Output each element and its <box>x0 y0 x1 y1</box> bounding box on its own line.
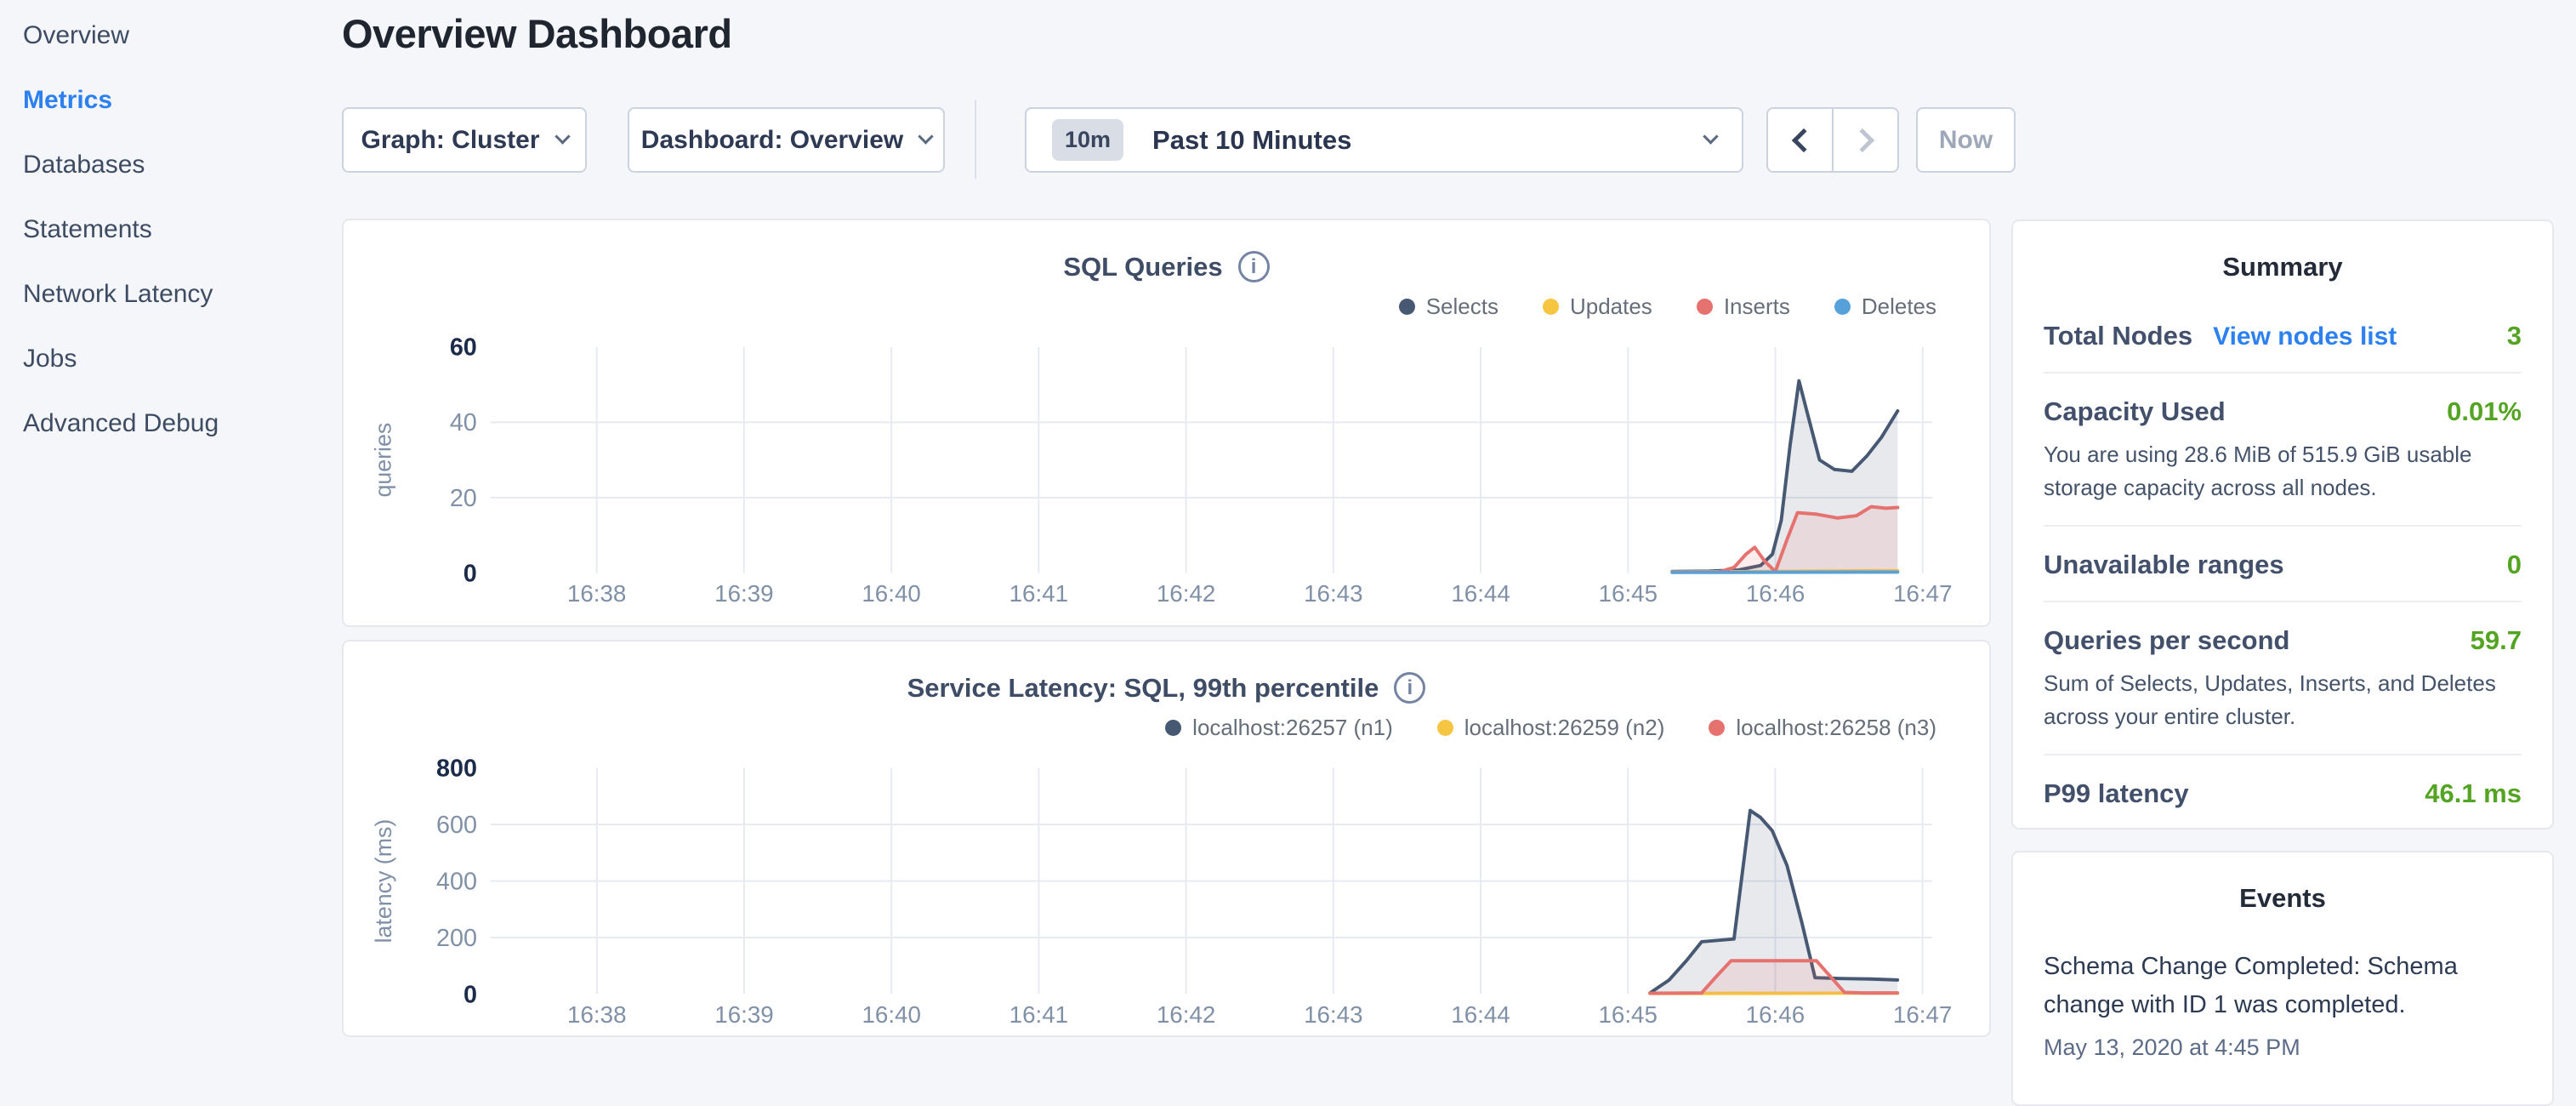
svg-text:60: 60 <box>450 334 477 362</box>
svg-text:16:44: 16:44 <box>1451 1001 1510 1028</box>
svg-text:16:39: 16:39 <box>714 580 773 607</box>
svg-text:queries: queries <box>371 423 396 498</box>
svg-text:400: 400 <box>436 868 477 895</box>
summary-title: Summary <box>2044 252 2522 282</box>
svg-text:0: 0 <box>463 981 477 1008</box>
svg-text:16:43: 16:43 <box>1304 1001 1362 1028</box>
svg-text:16:47: 16:47 <box>1893 580 1952 607</box>
summary-row: Unavailable ranges 0 <box>2044 527 2522 602</box>
svg-text:16:45: 16:45 <box>1599 580 1658 607</box>
time-range-badge: 10m <box>1052 119 1123 161</box>
view-nodes-list-link[interactable]: View nodes list <box>2213 322 2397 351</box>
svg-text:16:46: 16:46 <box>1746 1001 1805 1028</box>
svg-text:16:43: 16:43 <box>1304 580 1362 607</box>
svg-text:16:38: 16:38 <box>567 580 626 607</box>
chevron-left-icon <box>1791 128 1815 151</box>
summary-row-label: P99 latency <box>2044 778 2189 809</box>
time-range-picker[interactable]: 10m Past 10 Minutes <box>1025 107 1743 173</box>
service-latency-chart: 16:38 16:39 16:40 16:41 16:42 16:43 16:44 16:45… <box>344 641 1989 1035</box>
summary-row-label: Total Nodes <box>2044 321 2192 351</box>
summary-row-description: You are using 28.6 MiB of 515.9 GiB usab… <box>2044 438 2522 505</box>
event-timestamp: May 13, 2020 at 4:45 PM <box>2044 1035 2522 1061</box>
svg-text:200: 200 <box>436 925 477 952</box>
summary-row-label: Unavailable ranges <box>2044 550 2284 580</box>
svg-text:600: 600 <box>436 812 477 839</box>
svg-text:0: 0 <box>463 560 477 587</box>
step-back-button[interactable] <box>1768 109 1834 171</box>
summary-row-value: 3 <box>2507 321 2522 351</box>
chevron-down-icon <box>1703 128 1718 144</box>
graph-dropdown-label: Graph: Cluster <box>361 126 539 155</box>
svg-text:16:46: 16:46 <box>1746 580 1805 607</box>
graph-dropdown[interactable]: Graph: Cluster <box>342 107 587 173</box>
summary-row: Total Nodes View nodes list 3 <box>2044 298 2522 373</box>
now-button[interactable]: Now <box>1916 107 2016 173</box>
events-list: Schema Change Completed: Schema change w… <box>2044 948 2522 1061</box>
sidebar-nav: OverviewMetricsDatabasesStatementsNetwor… <box>0 0 333 456</box>
chevron-right-icon <box>1850 128 1874 151</box>
page-title: Overview Dashboard <box>342 10 732 57</box>
svg-text:16:42: 16:42 <box>1157 1001 1215 1028</box>
sidebar: OverviewMetricsDatabasesStatementsNetwor… <box>0 0 333 1052</box>
sidebar-item-advanced-debug[interactable]: Advanced Debug <box>0 391 333 456</box>
sql-queries-chart: 16:38 16:39 16:40 16:41 16:42 16:43 16:44 16:45… <box>344 220 1989 625</box>
svg-text:16:47: 16:47 <box>1893 1001 1952 1028</box>
svg-text:16:40: 16:40 <box>862 580 920 607</box>
dashboard-dropdown-label: Dashboard: Overview <box>641 126 903 155</box>
summary-row-label: Queries per second <box>2044 625 2289 656</box>
summary-row: Capacity Used 0.01% You are using 28.6 MiB… <box>2044 373 2522 527</box>
events-title: Events <box>2044 883 2522 914</box>
sidebar-item-overview[interactable]: Overview <box>0 3 333 68</box>
summary-row-description: Sum of Selects, Updates, Inserts, and De… <box>2044 667 2522 733</box>
svg-text:20: 20 <box>450 485 477 512</box>
sidebar-item-metrics[interactable]: Metrics <box>0 68 333 133</box>
event-text: Schema Change Completed: Schema change w… <box>2044 948 2522 1024</box>
sidebar-item-statements[interactable]: Statements <box>0 197 333 262</box>
sidebar-item-network-latency[interactable]: Network Latency <box>0 262 333 327</box>
toolbar-divider <box>975 100 976 179</box>
svg-text:16:39: 16:39 <box>714 1001 773 1028</box>
svg-text:16:42: 16:42 <box>1157 580 1215 607</box>
time-range-label: Past 10 Minutes <box>1152 125 1351 156</box>
summary-row-value: 59.7 <box>2471 625 2522 656</box>
svg-text:16:40: 16:40 <box>862 1001 920 1028</box>
sidebar-item-jobs[interactable]: Jobs <box>0 327 333 391</box>
dashboard-dropdown[interactable]: Dashboard: Overview <box>628 107 945 173</box>
svg-text:40: 40 <box>450 409 477 436</box>
summary-row: Queries per second 59.7 Sum of Selects, Up… <box>2044 602 2522 755</box>
now-button-label: Now <box>1939 126 1993 155</box>
svg-text:16:41: 16:41 <box>1009 1001 1068 1028</box>
summary-panel: Summary Total Nodes View nodes list 3 Capac… <box>2011 219 2554 830</box>
chart-card-service-latency: Service Latency: SQL, 99th percentile i … <box>342 640 1991 1037</box>
time-step-buttons <box>1766 107 1899 173</box>
summary-row-value: 0 <box>2507 550 2522 580</box>
sidebar-item-databases[interactable]: Databases <box>0 133 333 197</box>
svg-text:16:45: 16:45 <box>1598 1001 1657 1028</box>
svg-text:16:41: 16:41 <box>1009 580 1068 607</box>
summary-rows: Total Nodes View nodes list 3 Capacity Used… <box>2044 298 2522 830</box>
summary-row-label: Capacity Used <box>2044 396 2226 427</box>
chevron-down-icon <box>918 128 934 144</box>
events-panel: Events Schema Change Completed: Schema c… <box>2011 851 2554 1106</box>
chart-card-sql-queries: SQL Queries i SelectsUpdatesInsertsDelet… <box>342 219 1991 627</box>
summary-row-value: 46.1 ms <box>2425 778 2522 809</box>
step-forward-button[interactable] <box>1834 109 1897 171</box>
summary-row: P99 latency 46.1 ms <box>2044 755 2522 830</box>
svg-text:latency (ms): latency (ms) <box>371 819 396 944</box>
chevron-down-icon <box>554 128 570 144</box>
svg-text:16:44: 16:44 <box>1451 580 1510 607</box>
event-item: Schema Change Completed: Schema change w… <box>2044 948 2522 1061</box>
summary-row-value: 0.01% <box>2447 396 2522 427</box>
svg-text:800: 800 <box>436 755 477 783</box>
svg-text:16:38: 16:38 <box>567 1001 626 1028</box>
